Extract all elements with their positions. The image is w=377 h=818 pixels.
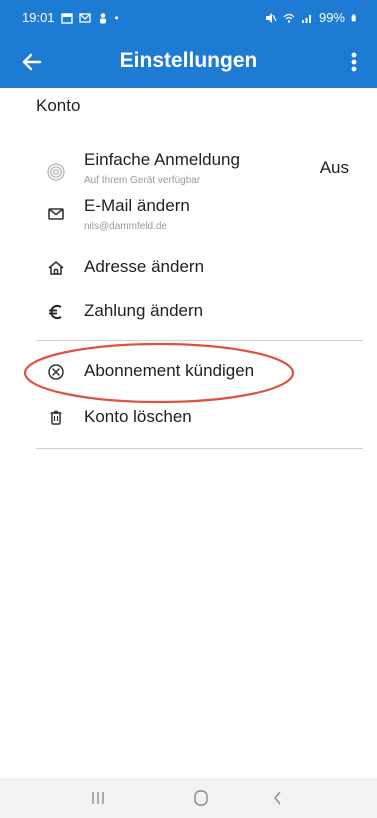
calendar-icon xyxy=(60,12,73,24)
gmail-icon xyxy=(78,12,91,23)
page-title: Einstellungen xyxy=(119,49,258,72)
settings-item-sublabel: Auf Ihrem Gerät verfügbar xyxy=(84,175,201,186)
divider xyxy=(36,340,363,341)
settings-item-label: Einfache Anmeldung xyxy=(84,150,240,169)
more-vertical-icon[interactable] xyxy=(345,48,363,76)
system-nav-bar xyxy=(0,778,377,818)
divider xyxy=(36,448,363,449)
battery-percent: 99% xyxy=(318,10,345,25)
settings-item-email[interactable]: E-Mail ändern nils@dammfeld.de xyxy=(0,194,377,238)
settings-item-label: Abonnement kündigen xyxy=(84,361,255,380)
settings-item-label: Adresse ändern xyxy=(84,257,205,276)
fingerprint-icon xyxy=(47,163,65,181)
trash-icon xyxy=(50,410,62,425)
signal-icon xyxy=(301,14,311,23)
status-right: 99% xyxy=(265,10,359,25)
home-icon xyxy=(48,261,64,275)
settings-item-address[interactable]: Adresse ändern xyxy=(0,248,377,288)
section-title: Konto xyxy=(36,96,81,115)
settings-item-sublabel: nils@dammfeld.de xyxy=(84,221,167,232)
battery-icon xyxy=(351,13,356,21)
app-bar: Einstellungen xyxy=(0,36,377,88)
settings-item-label: Zahlung ändern xyxy=(84,301,204,320)
mail-icon xyxy=(48,208,64,220)
back-chevron-icon[interactable] xyxy=(268,788,288,808)
home-circle-icon[interactable] xyxy=(191,788,211,808)
status-time: 19:01 xyxy=(22,10,55,25)
status-left: 19:01 • xyxy=(22,10,119,25)
settings-item-label: E-Mail ändern xyxy=(84,196,190,215)
cancel-circle-icon xyxy=(48,364,64,380)
mute-icon xyxy=(265,12,277,23)
settings-item-value: Aus xyxy=(319,158,349,177)
settings-item-label: Konto löschen xyxy=(84,407,192,426)
wifi-icon xyxy=(283,13,295,23)
recent-apps-icon[interactable] xyxy=(88,788,108,808)
settings-item-delete-account[interactable]: Konto löschen xyxy=(0,398,377,438)
dot-icon: • xyxy=(114,10,119,25)
settings-item-payment[interactable]: Zahlung ändern xyxy=(0,292,377,332)
euro-icon xyxy=(49,304,62,320)
person-icon xyxy=(99,12,106,23)
settings-item-cancel-subscription[interactable]: Abonnement kündigen xyxy=(0,352,377,392)
settings-item-easy-login[interactable]: Einfache Anmeldung Auf Ihrem Gerät verfü… xyxy=(0,146,377,194)
status-bar: 19:01 • 99% xyxy=(0,0,377,36)
